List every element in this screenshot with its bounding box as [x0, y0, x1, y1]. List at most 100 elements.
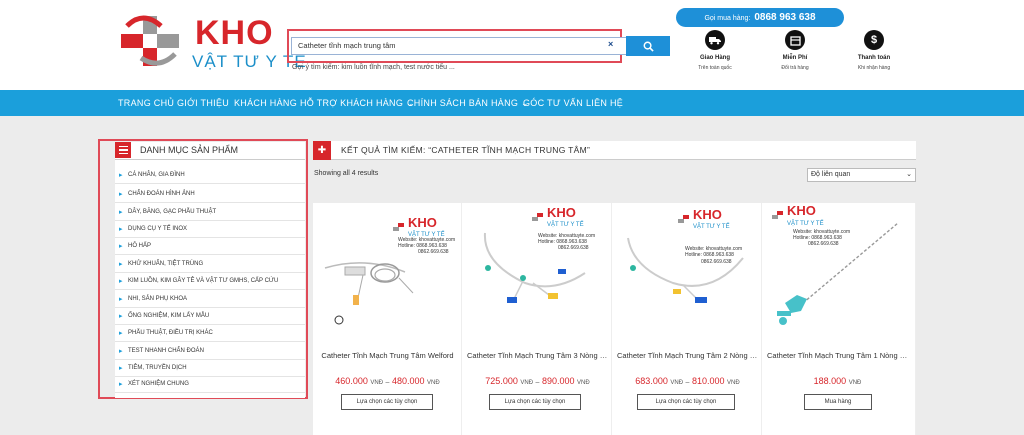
box-icon [785, 30, 805, 50]
product-grid: KHO VẬT TƯ Y TẾ Website: khovattuyte.com… [313, 203, 916, 435]
select-options-button[interactable]: Lựa chọn các tùy chọn [489, 394, 581, 410]
hotline-pill[interactable]: Gọi mua hàng: 0868 963 638 [676, 8, 844, 27]
price-low: 683.000 [635, 376, 668, 386]
select-options-button[interactable]: Lựa chọn các tùy chọn [637, 394, 735, 410]
results-header: ✚ KẾT QUẢ TÌM KIẾM: “CATHETER TĨNH MẠCH … [313, 141, 916, 160]
search-icon [643, 41, 654, 52]
product-price: 683.000 VNĐ – 810.000 VNĐ [613, 376, 762, 386]
chevron-down-icon: ⌄ [906, 171, 912, 178]
product-image[interactable]: KHO VẬT TƯ Y TẾ Website: khovattuyte.com… [463, 203, 612, 338]
nav-item-support[interactable]: HỖ TRỢ KHÁCH HÀNG ⌄ [300, 90, 414, 116]
stethoscope-icon: ✚ [313, 141, 331, 160]
product-image[interactable]: KHO VẬT TƯ Y TẾ Website: khovattuyte.com… [763, 203, 912, 338]
feature-title: Giao Hàng [699, 55, 730, 61]
feature-return: Miễn Phí Đổi trả hàng [765, 30, 825, 71]
category-item[interactable]: KIM LUỒN, KIM GÂY TÊ VÀ VẬT TƯ GMHS, CẤP… [115, 273, 305, 290]
nav-item-customers[interactable]: KHÁCH HÀNG [234, 90, 297, 116]
category-item[interactable]: TEST NHANH CHẨN ĐOÁN [115, 343, 305, 360]
price-high: 890.000 [541, 376, 575, 386]
product-image[interactable]: KHO VẬT TƯ Y TẾ Website: khovattuyte.com… [313, 203, 462, 338]
price-dash: – [685, 379, 690, 386]
category-sidebar: DANH MỤC SẢN PHẨM CÁ NHÂN, GIA ĐÌNH CHẨN… [115, 142, 305, 398]
product-card[interactable]: KHO VẬT TƯ Y TẾ Website: khovattuyte.com… [763, 203, 916, 435]
watermark-kho: KHO [547, 205, 576, 220]
feature-delivery: Giao Hàng Trên toàn quốc [685, 30, 745, 71]
clear-search-icon[interactable]: × [608, 39, 613, 49]
price-high: 810.000 [691, 376, 725, 386]
feature-title: Thanh toán [857, 55, 891, 61]
sort-select[interactable]: Độ liên quan ⌄ [807, 168, 916, 182]
hotline-number: 0868 963 638 [754, 12, 816, 23]
watermark-kho: KHO [693, 207, 722, 222]
product-price: 725.000 VNĐ – 890.000 VNĐ [463, 376, 612, 386]
buy-button[interactable]: Mua hàng [804, 394, 872, 410]
currency: VNĐ [727, 380, 740, 386]
price-dash: – [535, 379, 540, 386]
price-dash: – [385, 379, 390, 386]
currency: VNĐ [577, 380, 590, 386]
category-item[interactable]: DÂY, BĂNG, GẠC PHẪU THUẬT [115, 204, 305, 221]
feature-subtitle: Đổi trả hàng [781, 65, 809, 71]
results-count: Showing all 4 results [314, 170, 379, 177]
watermark-sub: VẬT TƯ Y TẾ [693, 223, 730, 230]
product-price: 188.000 VNĐ [763, 376, 912, 386]
category-item[interactable]: NHI, SẢN PHỤ KHOA [115, 291, 305, 308]
category-item[interactable]: HÔ HẤP [115, 238, 305, 255]
product-name[interactable]: Catheter Tĩnh Mạch Trung Tâm 1 Nòng Bbra… [767, 351, 908, 360]
price-low: 460.000 [335, 376, 368, 386]
category-item[interactable]: CÁ NHÂN, GIA ĐÌNH [115, 167, 305, 184]
search-input[interactable]: Catheter tĩnh mạch trung tâm [291, 37, 627, 55]
watermark-hotline-2: 0862.669.638 [808, 241, 839, 247]
truck-icon [705, 30, 725, 50]
dollar-icon: $ [864, 30, 884, 50]
price-high: 480.000 [391, 376, 425, 386]
category-item[interactable]: XÉT NGHIỆM CHUNG [115, 376, 305, 393]
product-name[interactable]: Catheter Tĩnh Mạch Trung Tâm 3 Nòng Bbra… [467, 351, 608, 360]
site-header: KHO VẬT TƯ Y TẾ Catheter tĩnh mạch trung… [0, 0, 1024, 90]
category-item[interactable]: KHỬ KHUẨN, TIỆT TRÙNG [115, 256, 305, 273]
nav-item-advice[interactable]: GÓC TƯ VẤN [523, 90, 583, 116]
select-options-button[interactable]: Lựa chọn các tùy chọn [341, 394, 433, 410]
search-button[interactable] [626, 36, 670, 56]
category-item[interactable]: CHẨN ĐOÁN HÌNH ẢNH [115, 186, 305, 203]
main-nav: TRANG CHỦ GIỚI THIỆU KHÁCH HÀNG HỖ TRỢ K… [0, 90, 1024, 116]
watermark-hotline-2: 0862.669.638 [558, 245, 589, 251]
nav-item-policy[interactable]: CHÍNH SÁCH BÁN HÀNG ⌄ [407, 90, 529, 116]
nav-item-home[interactable]: TRANG CHỦ [118, 90, 174, 116]
product-name[interactable]: Catheter Tĩnh Mạch Trung Tâm Welford [317, 351, 458, 360]
watermark-hotline-2: 0862.669.638 [701, 259, 732, 265]
nav-item-about[interactable]: GIỚI THIỆU [177, 90, 229, 116]
hotline-label: Gọi mua hàng: [704, 15, 751, 22]
sidebar-header: DANH MỤC SẢN PHẨM [115, 142, 305, 160]
medical-cross-logo-icon [121, 15, 179, 66]
results-title: KẾT QUẢ TÌM KIẾM: “CATHETER TĨNH MẠCH TR… [341, 145, 591, 155]
watermark-sub: VẬT TƯ Y TẾ [547, 221, 584, 228]
currency: VNĐ [520, 380, 534, 386]
watermark-kho: KHO [408, 215, 437, 230]
logo-kho-text: KHO [195, 14, 274, 52]
category-item[interactable]: DỤNG CỤ Y TẾ INOX [115, 221, 305, 238]
feature-subtitle: Trên toàn quốc [698, 65, 732, 71]
sort-value: Độ liên quan [811, 171, 851, 178]
product-image[interactable]: KHO VẬT TƯ Y TẾ Website: khovattuyte.com… [613, 203, 762, 338]
currency: VNĐ [848, 380, 862, 386]
product-card[interactable]: KHO VẬT TƯ Y TẾ Website: khovattuyte.com… [463, 203, 612, 435]
product-card[interactable]: KHO VẬT TƯ Y TẾ Website: khovattuyte.com… [613, 203, 762, 435]
menu-icon [115, 142, 131, 158]
category-item[interactable]: TIÊM, TRUYỀN DỊCH [115, 360, 305, 377]
watermark-sub: VẬT TƯ Y TẾ [787, 220, 824, 227]
feature-payment: $ Thanh toán Khi nhận hàng [844, 30, 904, 71]
watermark-hotline-2: 0862.669.638 [418, 249, 449, 255]
site-logo[interactable]: KHO VẬT TƯ Y TẾ [117, 12, 306, 72]
feature-title: Miễn Phí [782, 55, 808, 61]
price-low: 725.000 [485, 376, 518, 386]
search-suggestions[interactable]: Gợi ý tìm kiếm: kim luồn tĩnh mạch, test… [292, 64, 455, 71]
category-item[interactable]: ỐNG NGHIỆM, KIM LẤY MẪU [115, 308, 305, 325]
category-item[interactable]: PHẪU THUẬT, ĐIỀU TRỊ KHÁC [115, 325, 305, 342]
product-card[interactable]: KHO VẬT TƯ Y TẾ Website: khovattuyte.com… [313, 203, 462, 435]
product-price: 460.000 VNĐ – 480.000 VNĐ [313, 376, 462, 386]
nav-item-contact[interactable]: LIÊN HỆ [586, 90, 623, 116]
product-name[interactable]: Catheter Tĩnh Mạch Trung Tâm 2 Nòng Bbra… [617, 351, 758, 360]
sidebar-title: DANH MỤC SẢN PHẨM [140, 145, 239, 155]
currency: VNĐ [670, 380, 684, 386]
